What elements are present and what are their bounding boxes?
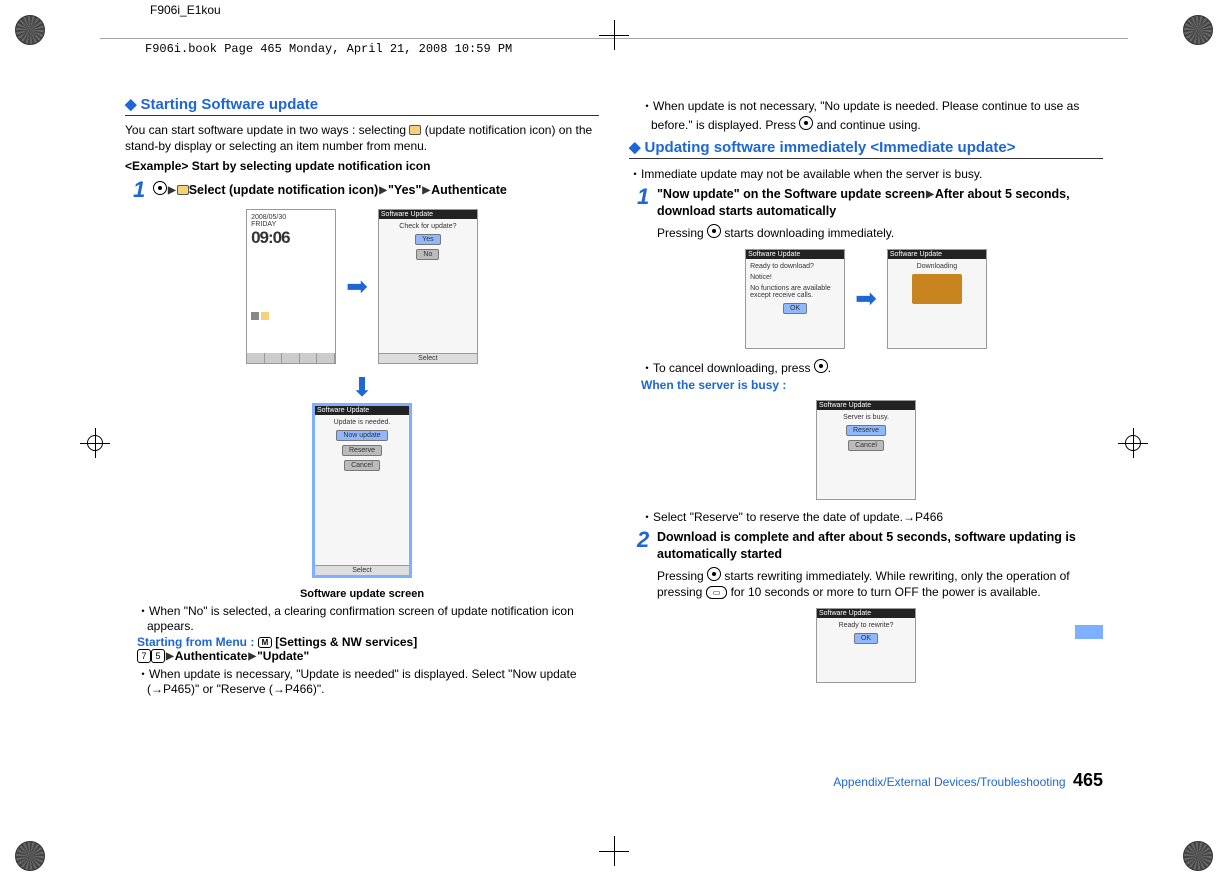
step-number-1: 1 [133,179,147,201]
bullet-update-necessary: When update is necessary, "Update is nee… [147,665,599,696]
step-number-2: 2 [637,529,651,600]
fig-yes-button: Yes [415,234,440,245]
menu-authenticate: Authenticate [175,649,248,663]
fig-day: FRIDAY [251,221,331,228]
figure-confirm-screen: Software Update Check for update? Yes No… [378,209,478,364]
center-key-icon [707,224,721,238]
fig-now-update-button: Now update [336,430,387,441]
bullet-cancel-download: To cancel downloading, press . [651,357,1103,376]
section-title-starting: ◆Starting Software update [125,95,599,116]
figure-server-busy-screen: Software Update Server is busy. Reserve … [816,400,916,500]
fig-line: No functions are available except receiv… [750,285,840,299]
fig-date: 2008/05/30 [251,214,331,221]
step-2-sub: Pressing starts rewriting immediately. W… [657,565,1103,600]
registration-mark-icon [15,15,45,45]
center-key-icon [799,116,813,130]
figure-caption: Software update screen [300,588,424,600]
fig-cancel-button: Cancel [344,460,380,471]
fig-notification-row [251,312,331,320]
crop-mark-icon [1118,428,1148,458]
fig-message: Server is busy. [843,414,889,421]
registration-mark-icon [1183,841,1213,871]
fig-cancel-button: Cancel [848,440,884,451]
fig-title: Software Update [379,210,477,219]
crop-mark-icon [599,20,629,50]
key-7-icon: 7 [137,649,151,663]
arrow-right-icon: ➡ [346,271,368,302]
thumb-index-tab [1075,625,1103,639]
menu-update: "Update" [257,649,309,663]
arrow-right-icon: ➡ [855,283,877,314]
server-busy-label: When the server is busy : [641,378,1103,392]
fig-message: Update is needed. [334,419,391,426]
fig-message: Ready to rewrite? [839,622,894,629]
section-title-immediate: ◆Updating software immediately <Immediat… [629,138,1103,159]
sequence-arrow-icon: ▶ [926,189,934,200]
fig-progress-graphic [912,274,962,304]
bullet-no-update-needed: When update is not necessary, "No update… [651,97,1103,132]
power-key-icon: ▭ [706,586,728,599]
page-footer: Appendix/External Devices/Troubleshootin… [833,770,1103,791]
center-key-icon [814,359,828,373]
diamond-icon: ◆ [125,96,137,113]
diamond-icon: ◆ [629,139,641,156]
header-rule [100,38,1128,39]
fig-title: Software Update [817,401,915,410]
update-notification-icon [409,125,421,135]
registration-mark-icon [15,841,45,871]
crop-mark-icon [80,428,110,458]
fig-reserve-button: Reserve [846,425,886,436]
fig-ok-button: OK [854,633,878,644]
fig-title: Software Update [817,609,915,618]
fig-message: Downloading [917,263,957,270]
sequence-arrow-icon: ▶ [248,651,256,662]
center-key-icon [707,567,721,581]
fig-title: Software Update [746,250,844,259]
fig-softkey: Select [379,353,477,363]
step-1-now-update: "Now update" on the Software update scre… [657,186,1103,241]
registration-mark-icon [1183,15,1213,45]
menu-path-settings: [Settings & NW services] [275,635,417,649]
starting-from-menu-label: Starting from Menu : [137,635,254,649]
book-header-label: F906i.book Page 465 Monday, April 21, 20… [145,42,512,56]
fig-softkey: Select [315,565,409,575]
step-1-instruction: ▶Select (update notification icon)▶"Yes"… [153,179,599,201]
fig-no-button: No [416,249,439,260]
document-id-label: F906i_E1kou [150,3,221,17]
fig-softkey-bar [247,353,335,363]
fig-reserve-button: Reserve [342,445,382,456]
figure-standby-screen: 2008/05/30 FRIDAY 09:06 [246,209,336,364]
bullet-server-busy-lead: Immediate update may not be available wh… [639,165,1103,182]
step-number-1: 1 [637,186,651,241]
arrow-down-icon: ⬇ [125,372,599,403]
figure-downloading-screen: Software Update Downloading [887,249,987,349]
key-5-icon: 5 [151,649,165,663]
fig-title: Software Update [315,406,409,415]
step-1-sub: Pressing starts downloading immediately. [657,222,1103,241]
fig-time: 09:06 [251,228,331,248]
fig-line: Ready to download? [750,263,814,270]
figure-update-needed-screen: Software Update Update is needed. Now up… [312,403,412,578]
sequence-arrow-icon: ▶ [166,651,174,662]
fig-title: Software Update [888,250,986,259]
fig-line: Notice! [750,274,772,281]
figure-ready-rewrite-screen: Software Update Ready to rewrite? OK [816,608,916,683]
bullet-no-selected: When "No" is selected, a clearing confir… [147,602,599,633]
figure-ready-download-screen: Software Update Ready to download? Notic… [745,249,845,349]
menu-key-icon: M [258,637,272,648]
sequence-arrow-icon: ▶ [379,185,387,196]
fig-message: Check for update? [399,223,456,230]
sequence-arrow-icon: ▶ [168,185,176,196]
fig-ok-button: OK [783,303,807,314]
footer-page-number: 465 [1073,770,1103,790]
footer-section: Appendix/External Devices/Troubleshootin… [833,775,1065,789]
sequence-arrow-icon: ▶ [422,185,430,196]
step-2-download-complete: Download is complete and after about 5 s… [657,529,1103,600]
center-key-icon [153,181,167,195]
example-label: <Example> Start by selecting update noti… [125,158,599,174]
intro-text: You can start software update in two way… [125,122,599,154]
bullet-reserve: Select "Reserve" to reserve the date of … [651,508,1103,525]
update-notification-icon [177,185,189,195]
crop-mark-icon [599,836,629,866]
